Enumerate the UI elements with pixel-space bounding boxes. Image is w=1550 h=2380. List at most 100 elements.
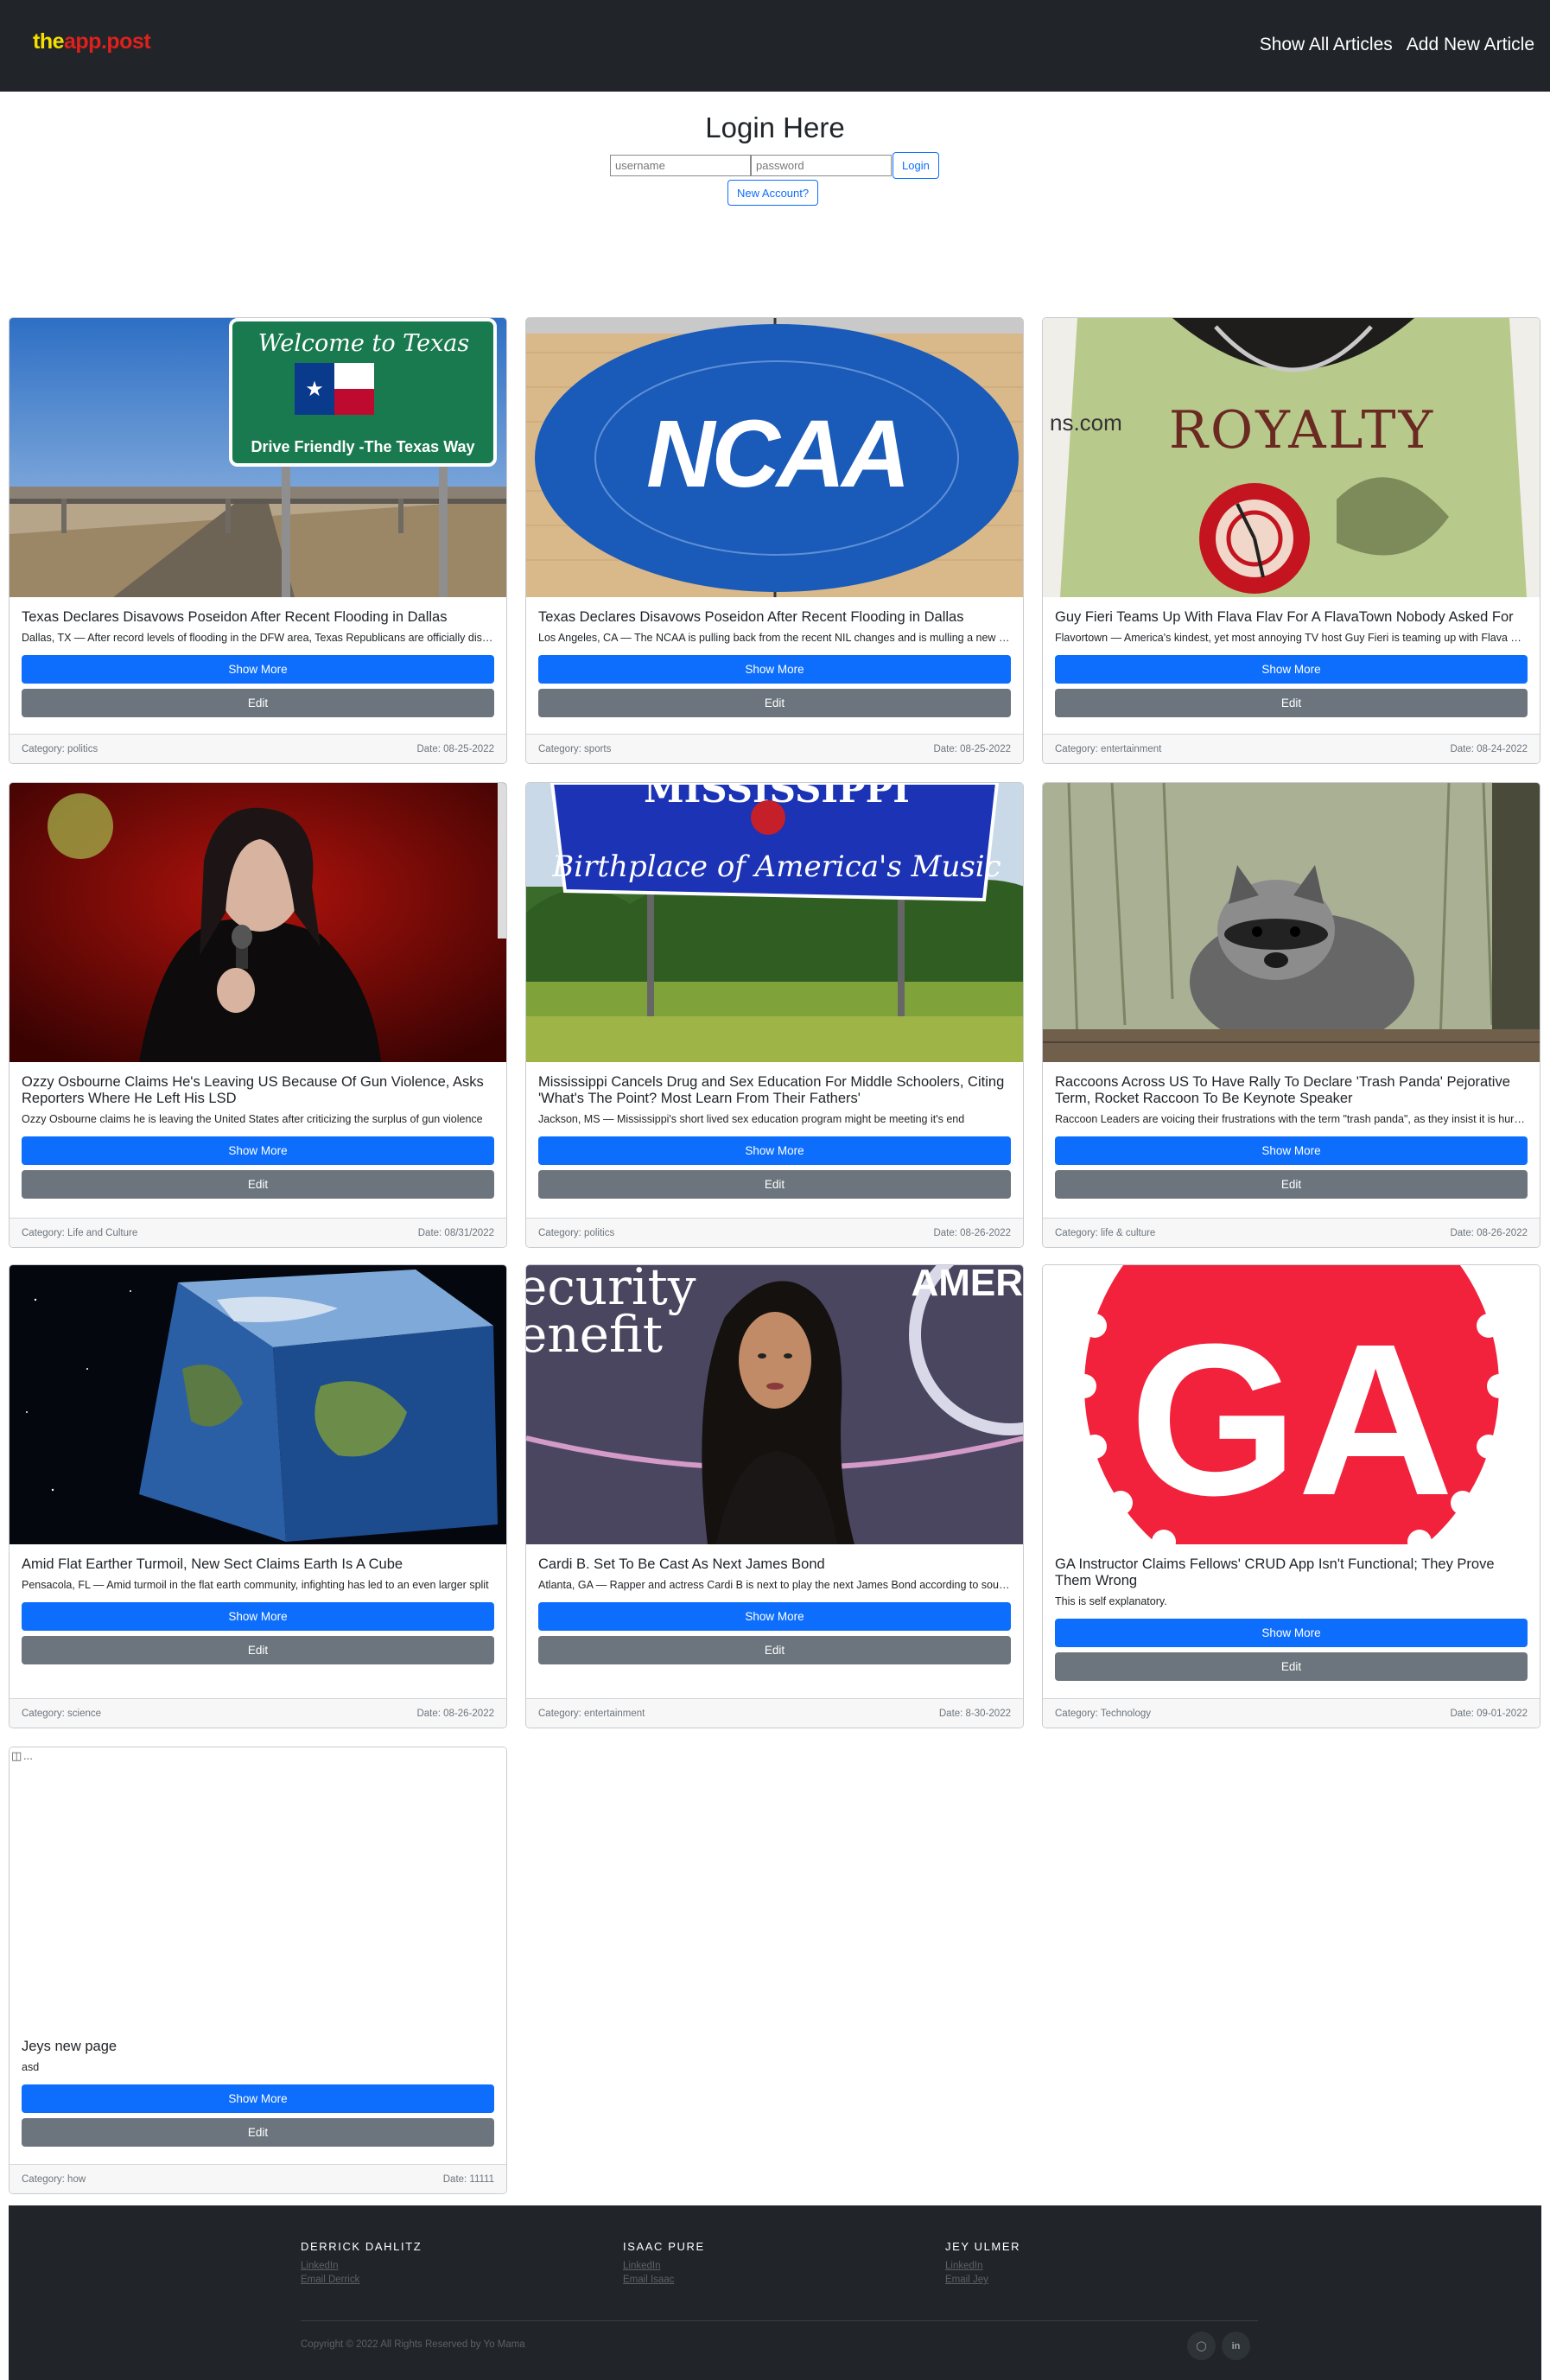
card-title: Guy Fieri Teams Up With Flava Flav For A… <box>1055 609 1514 625</box>
card-category: Category: how <box>22 2173 86 2185</box>
article-card: ROYALTY ns.com Guy Fieri Teams Up With F… <box>1042 317 1540 764</box>
card-category: Category: entertainment <box>538 1708 645 1719</box>
show-more-button[interactable]: Show More <box>22 655 494 684</box>
card-body: Jeys new page asd Show More Edit <box>10 2027 506 2147</box>
login-button[interactable]: Login <box>893 152 939 179</box>
card-date: Date: 08-26-2022 <box>933 1227 1011 1238</box>
svg-text:enefit: enefit <box>526 1305 663 1364</box>
card-title: Texas Declares Disavows Poseidon After R… <box>538 609 964 625</box>
card-text: Los Angeles, CA — The NCAA is pulling ba… <box>538 632 1011 644</box>
card-footer: Category: Life and Culture Date: 08/31/2… <box>10 1218 506 1247</box>
card-text: Pensacola, FL — Amid turmoil in the flat… <box>22 1579 489 1591</box>
article-card: NCAA Texas Declares Disavows Poseidon Af… <box>525 317 1024 764</box>
card-category: Category: entertainment <box>1055 743 1162 754</box>
linkedin-link[interactable]: LinkedIn <box>301 2261 422 2271</box>
card-body: Ozzy Osbourne Claims He's Leaving US Bec… <box>10 1062 506 1199</box>
card-date: Date: 08-24-2022 <box>1450 743 1528 754</box>
edit-button[interactable]: Edit <box>538 1636 1011 1664</box>
cube-earth-image <box>10 1265 506 1544</box>
show-more-button[interactable]: Show More <box>538 655 1011 684</box>
edit-button[interactable]: Edit <box>538 689 1011 717</box>
card-title: Raccoons Across US To Have Rally To Decl… <box>1055 1074 1510 1106</box>
card-category: Category: life & culture <box>1055 1227 1156 1238</box>
card-date: Date: 8-30-2022 <box>938 1708 1011 1719</box>
broken-image: ◫ ... <box>10 1747 506 2027</box>
card-category: Category: sports <box>538 743 612 754</box>
card-date: Date: 08-26-2022 <box>416 1708 494 1719</box>
card-title: Texas Declares Disavows Poseidon After R… <box>22 609 448 625</box>
show-more-button[interactable]: Show More <box>22 2084 494 2113</box>
show-more-button[interactable]: Show More <box>538 1136 1011 1165</box>
edit-button[interactable]: Edit <box>22 2118 494 2147</box>
article-card: Raccoons Across US To Have Rally To Decl… <box>1042 782 1540 1248</box>
card-footer: Category: entertainment Date: 08-24-2022 <box>1043 734 1540 763</box>
card-footer: Category: Technology Date: 09-01-2022 <box>1043 1698 1540 1728</box>
raccoon-image <box>1043 783 1540 1062</box>
singer-on-stage-image <box>10 783 506 1062</box>
broken-image-icon: ◫ <box>11 1749 22 1762</box>
edit-button[interactable]: Edit <box>22 1170 494 1199</box>
svg-text:Drive Friendly -The Texas Way: Drive Friendly -The Texas Way <box>251 438 474 455</box>
github-icon[interactable]: ◯ <box>1187 2332 1216 2360</box>
nav-show-all-articles[interactable]: Show All Articles <box>1260 35 1393 55</box>
nav-links: Show All Articles Add New Article <box>1260 35 1534 55</box>
show-more-button[interactable]: Show More <box>1055 1136 1528 1165</box>
card-body: Cardi B. Set To Be Cast As Next James Bo… <box>526 1544 1023 1664</box>
card-text: Jackson, MS — Mississippi's short lived … <box>538 1113 965 1125</box>
footer-author-derrick: DERRICK DAHLITZ LinkedIn Email Derrick <box>301 2240 422 2285</box>
social-icons: ◯ in <box>1187 2332 1250 2360</box>
card-date: Date: 11111 <box>442 2173 494 2185</box>
linkedin-link[interactable]: LinkedIn <box>945 2261 1020 2271</box>
card-title: GA Instructor Claims Fellows' CRUD App I… <box>1055 1556 1495 1588</box>
brand-logo[interactable]: theapp.post <box>33 29 151 54</box>
article-card: ◫ ... Jeys new page asd Show More Edit C… <box>9 1747 507 2194</box>
edit-button[interactable]: Edit <box>1055 1652 1528 1681</box>
show-more-button[interactable]: Show More <box>22 1602 494 1631</box>
image-alt-text: ... <box>23 1749 33 1762</box>
edit-button[interactable]: Edit <box>1055 1170 1528 1199</box>
email-link[interactable]: Email Jey <box>945 2275 1020 2285</box>
username-input[interactable] <box>610 155 751 176</box>
author-name: DERRICK DAHLITZ <box>301 2240 422 2253</box>
new-account-button[interactable]: New Account? <box>727 180 819 206</box>
card-body: Guy Fieri Teams Up With Flava Flav For A… <box>1043 597 1540 717</box>
show-more-button[interactable]: Show More <box>1055 1619 1528 1647</box>
edit-button[interactable]: Edit <box>22 689 494 717</box>
card-footer: Category: politics Date: 08-26-2022 <box>526 1218 1023 1247</box>
show-more-button[interactable]: Show More <box>1055 655 1528 684</box>
svg-text:AMER: AMER <box>911 1265 1023 1304</box>
card-text: Ozzy Osbourne claims he is leaving the U… <box>22 1113 483 1125</box>
card-category: Category: Life and Culture <box>22 1227 138 1238</box>
edit-button[interactable]: Edit <box>22 1636 494 1664</box>
article-card: ecurity enefit AMER Cardi B. Set To Be C… <box>525 1264 1024 1728</box>
card-category: Category: politics <box>538 1227 615 1238</box>
card-text: Flavortown — America's kindest, yet most… <box>1055 632 1528 644</box>
article-card: Ozzy Osbourne Claims He's Leaving US Bec… <box>9 782 507 1248</box>
nav-add-new-article[interactable]: Add New Article <box>1407 35 1534 55</box>
email-link[interactable]: Email Isaac <box>623 2275 705 2285</box>
card-footer: Category: how Date: 11111 <box>10 2164 506 2193</box>
card-text: Dallas, TX — After record levels of floo… <box>22 632 494 644</box>
edit-button[interactable]: Edit <box>1055 689 1528 717</box>
card-footer: Category: politics Date: 08-25-2022 <box>10 734 506 763</box>
card-category: Category: Technology <box>1055 1708 1152 1719</box>
show-more-button[interactable]: Show More <box>538 1602 1011 1631</box>
card-title: Mississippi Cancels Drug and Sex Educati… <box>538 1074 1005 1106</box>
show-more-button[interactable]: Show More <box>22 1136 494 1165</box>
linkedin-icon[interactable]: in <box>1222 2332 1250 2360</box>
footer-divider <box>301 2320 1258 2321</box>
svg-text:Welcome to Texas: Welcome to Texas <box>258 330 469 357</box>
author-name: JEY ULMER <box>945 2240 1021 2253</box>
card-body: Amid Flat Earther Turmoil, New Sect Clai… <box>10 1544 506 1664</box>
password-input[interactable] <box>751 155 892 176</box>
email-link[interactable]: Email Derrick <box>301 2275 422 2285</box>
svg-text:★: ★ <box>305 378 324 401</box>
linkedin-link[interactable]: LinkedIn <box>623 2261 705 2271</box>
card-text: This is self explanatory. <box>1055 1595 1167 1607</box>
login-title: Login Here <box>705 111 845 143</box>
edit-button[interactable]: Edit <box>538 1170 1011 1199</box>
site-footer: DERRICK DAHLITZ LinkedIn Email Derrick I… <box>9 2205 1541 2380</box>
card-footer: Category: science Date: 08-26-2022 <box>10 1698 506 1728</box>
ga-logo-text: GA <box>1130 1299 1454 1540</box>
login-section: Login Here Login New Account? <box>0 109 1550 206</box>
